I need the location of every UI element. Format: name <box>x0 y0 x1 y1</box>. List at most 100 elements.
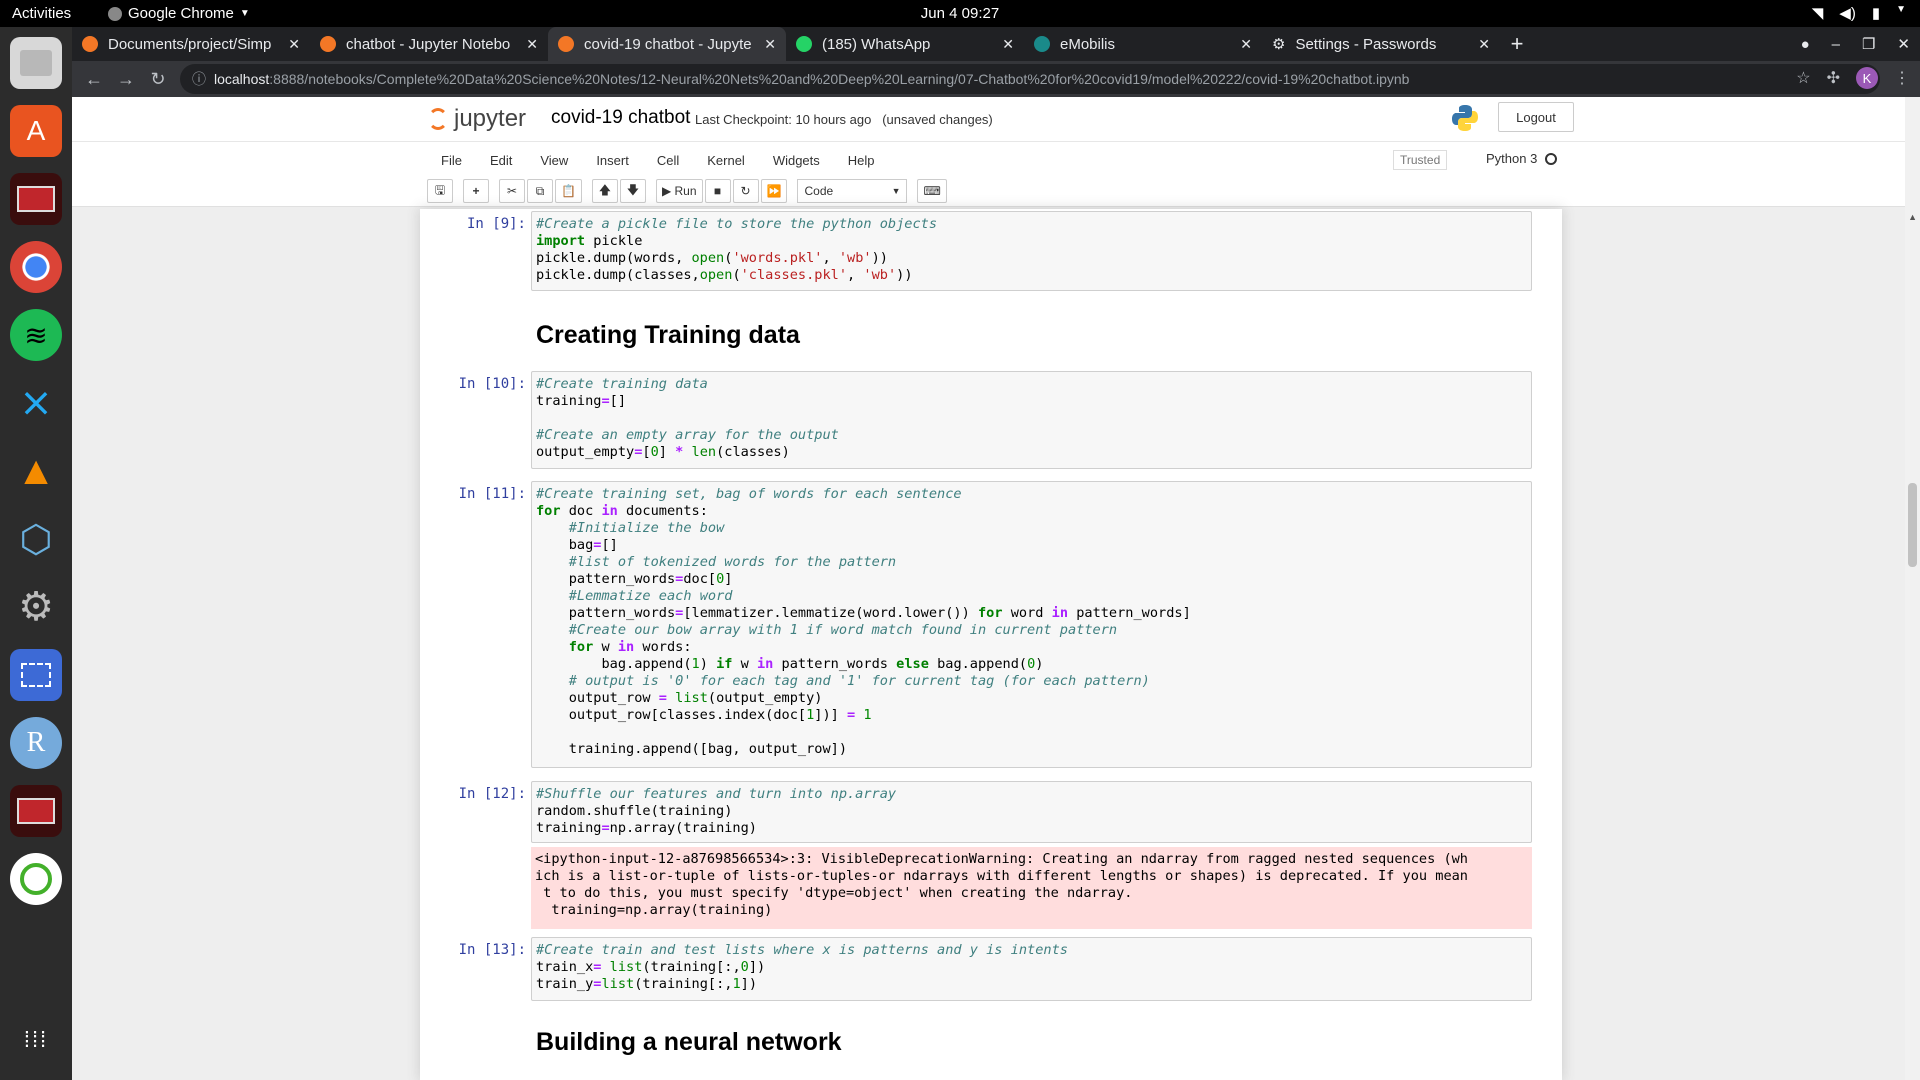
show-applications-icon[interactable]: ⁞⁞⁞ <box>10 1014 62 1066</box>
vscode-icon[interactable]: ⨯ <box>10 377 62 429</box>
rstudio-icon[interactable]: R <box>10 717 62 769</box>
trusted-indicator[interactable]: Trusted <box>1393 150 1448 170</box>
restart-run-all-icon[interactable]: ⏩ <box>760 179 788 203</box>
close-icon[interactable]: ✕ <box>1240 36 1252 53</box>
clock[interactable]: Jun 4 09:27 <box>900 5 1020 22</box>
maximize-icon[interactable]: ❐ <box>1862 35 1875 53</box>
move-up-icon[interactable]: 🡅 <box>591 179 618 203</box>
browser-tab[interactable]: ⚙ Settings - Passwords ✕ <box>1262 27 1500 61</box>
bookmark-star-icon[interactable]: ☆ <box>1796 68 1810 88</box>
terminal-icon[interactable] <box>10 785 62 837</box>
notebook-menubar: File Edit View Insert Cell Kernel Widget… <box>72 141 1920 175</box>
close-icon[interactable]: ✕ <box>288 36 300 53</box>
code-editor[interactable]: #Create a pickle file to store the pytho… <box>532 212 1531 288</box>
restart-icon[interactable]: ↻ <box>732 179 759 203</box>
anaconda-icon[interactable] <box>10 853 62 905</box>
menu-view[interactable]: View <box>526 153 582 168</box>
notebook-container: In [9]: #Create a pickle file to store t… <box>420 209 1562 1080</box>
terminal-icon[interactable] <box>10 173 62 225</box>
new-tab-button[interactable]: + <box>1500 27 1534 61</box>
kernel-idle-icon <box>1545 152 1558 165</box>
code-editor[interactable]: #Create training data training=[] #Creat… <box>532 372 1531 465</box>
spotify-icon[interactable]: ≋ <box>10 309 62 361</box>
address-bar[interactable]: ⓘ localhost:8888/notebooks/Complete%20Da… <box>180 64 1880 94</box>
browser-tab[interactable]: chatbot - Jupyter Notebo ✕ <box>310 27 548 61</box>
cell-prompt: In [13]: <box>458 942 526 958</box>
reload-icon[interactable]: ↻ <box>142 69 174 90</box>
close-icon[interactable]: ✕ <box>1478 36 1490 53</box>
forward-arrow-icon[interactable]: → <box>110 69 142 90</box>
back-arrow-icon[interactable]: ← <box>78 69 110 90</box>
notebook-title[interactable]: covid-19 chatbot <box>551 107 690 129</box>
activities-button[interactable]: Activities <box>12 5 71 22</box>
minimize-icon[interactable]: – <box>1832 36 1840 53</box>
chrome-icon[interactable] <box>10 241 62 293</box>
menu-edit[interactable]: Edit <box>476 153 526 168</box>
system-tray[interactable]: ◥ ◀) ▮ ▼ <box>1812 4 1906 22</box>
cell-input[interactable]: #Create train and test lists where x is … <box>531 937 1532 1001</box>
close-icon[interactable]: ✕ <box>526 36 538 53</box>
browser-tab-active[interactable]: covid-19 chatbot - Jupyte ✕ <box>548 27 786 61</box>
code-editor[interactable]: #Shuffle our features and turn into np.a… <box>532 782 1531 841</box>
close-window-icon[interactable]: ✕ <box>1897 35 1910 53</box>
chevron-down-icon: ▼ <box>1896 4 1906 15</box>
app-name: Google Chrome <box>128 5 234 22</box>
browser-tab[interactable]: eMobilis ✕ <box>1024 27 1262 61</box>
markdown-heading[interactable]: Creating Training data <box>536 321 800 350</box>
menu-kernel[interactable]: Kernel <box>693 153 759 168</box>
tab-search-icon[interactable]: ● <box>1801 36 1810 53</box>
jupyter-logo[interactable]: jupyter <box>428 105 526 133</box>
extensions-puzzle-icon[interactable]: ✣ <box>1827 68 1840 88</box>
keyboard-icon[interactable]: ⌨ <box>917 179 947 203</box>
menu-cell[interactable]: Cell <box>643 153 693 168</box>
cell-type-select[interactable]: Code ▼ <box>797 179 908 203</box>
scroll-up-icon[interactable]: ▲ <box>1908 212 1917 222</box>
menu-insert[interactable]: Insert <box>582 153 643 168</box>
chrome-icon <box>108 6 122 21</box>
notebook-toolbar: 🖫 + ✂ ⧉ 📋 🡅 🡇 ▶ Run ■ ↻ ⏩ Code ▼ ⌨ <box>72 175 1920 207</box>
jupyter-favicon-icon <box>558 36 574 52</box>
logout-button[interactable]: Logout <box>1498 102 1574 132</box>
profile-avatar[interactable]: K <box>1856 67 1878 89</box>
cell-input[interactable]: #Shuffle our features and turn into np.a… <box>531 781 1532 843</box>
close-icon[interactable]: ✕ <box>1002 36 1014 53</box>
browser-tab[interactable]: (185) WhatsApp ✕ <box>786 27 1024 61</box>
app-menu[interactable]: Google Chrome ▼ <box>108 5 250 22</box>
menu-file[interactable]: File <box>427 153 476 168</box>
software-center-icon[interactable]: A <box>10 105 62 157</box>
paste-icon[interactable]: 📋 <box>555 179 582 203</box>
browser-tab[interactable]: Documents/project/Simp ✕ <box>72 27 310 61</box>
code-editor[interactable]: #Create train and test lists where x is … <box>532 938 1531 997</box>
cell-output-warning: <ipython-input-12-a87698566534>:3: Visib… <box>531 847 1532 929</box>
run-button[interactable]: ▶ Run <box>655 179 703 203</box>
insert-cell-button[interactable]: + <box>463 179 489 203</box>
files-icon[interactable] <box>10 37 62 89</box>
cut-icon[interactable]: ✂ <box>499 179 525 203</box>
cell-input[interactable]: #Create training set, bag of words for e… <box>531 481 1532 768</box>
close-icon[interactable]: ✕ <box>764 36 776 53</box>
screenshot-icon[interactable] <box>10 649 62 701</box>
menu-help[interactable]: Help <box>834 153 889 168</box>
menu-widgets[interactable]: Widgets <box>759 153 834 168</box>
virtualbox-icon[interactable]: ⬡ <box>10 513 62 565</box>
cell-prompt: In [12]: <box>458 786 526 802</box>
vlc-icon[interactable]: ▲ <box>10 445 62 497</box>
save-button[interactable]: 🖫 <box>427 179 453 203</box>
gear-icon: ⚙ <box>1272 36 1286 53</box>
kebab-menu-icon[interactable]: ⋮ <box>1894 68 1910 88</box>
code-editor[interactable]: #Create training set, bag of words for e… <box>532 482 1531 762</box>
url-host: localhost <box>214 71 270 87</box>
cell-input[interactable]: #Create training data training=[] #Creat… <box>531 371 1532 469</box>
move-down-icon[interactable]: 🡇 <box>619 179 646 203</box>
settings-gear-icon[interactable]: ⚙ <box>10 581 62 633</box>
markdown-heading[interactable]: Building a neural network <box>536 1028 842 1057</box>
page-scrollbar[interactable]: ▲ <box>1905 97 1920 1080</box>
stop-icon[interactable]: ■ <box>704 179 731 203</box>
whatsapp-favicon-icon <box>796 36 812 52</box>
tab-label: covid-19 chatbot - Jupyte <box>584 35 752 53</box>
cell-input[interactable]: #Create a pickle file to store the pytho… <box>531 211 1532 291</box>
info-icon[interactable]: ⓘ <box>192 69 206 89</box>
scrollbar-thumb[interactable] <box>1908 483 1917 567</box>
tab-label: (185) WhatsApp <box>822 35 931 53</box>
copy-icon[interactable]: ⧉ <box>527 179 553 203</box>
